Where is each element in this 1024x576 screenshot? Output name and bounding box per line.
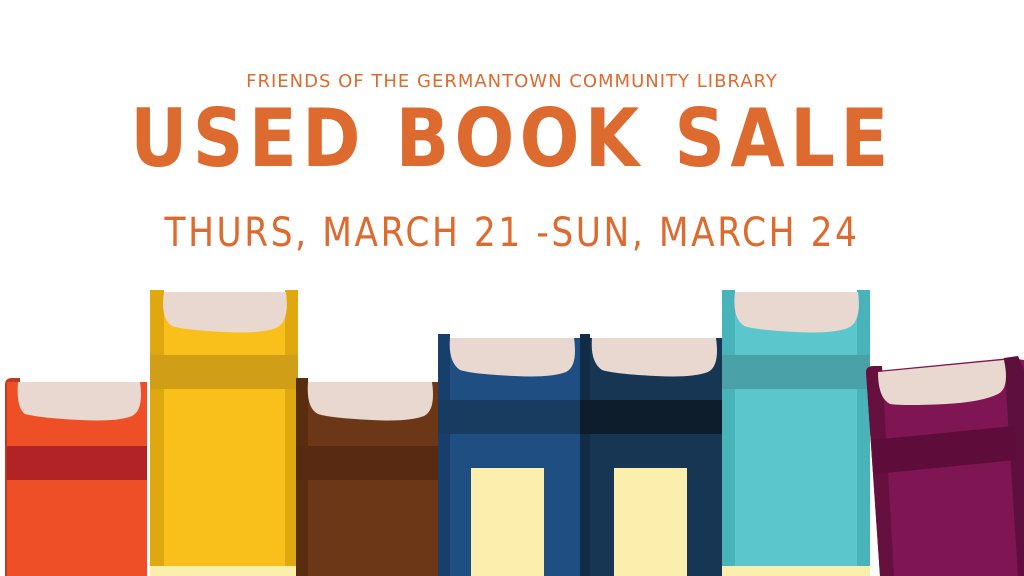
book-red <box>5 378 147 576</box>
book-brown <box>296 378 438 576</box>
books-illustration <box>5 290 1024 576</box>
book-sale-banner: FRIENDS OF THE GERMANTOWN COMMUNITY LIBR… <box>0 0 1024 576</box>
book-purple <box>866 356 1024 576</box>
book-blue <box>438 334 580 576</box>
book-teal <box>722 290 870 576</box>
book-navy <box>580 334 722 576</box>
book-yellow <box>150 290 298 576</box>
